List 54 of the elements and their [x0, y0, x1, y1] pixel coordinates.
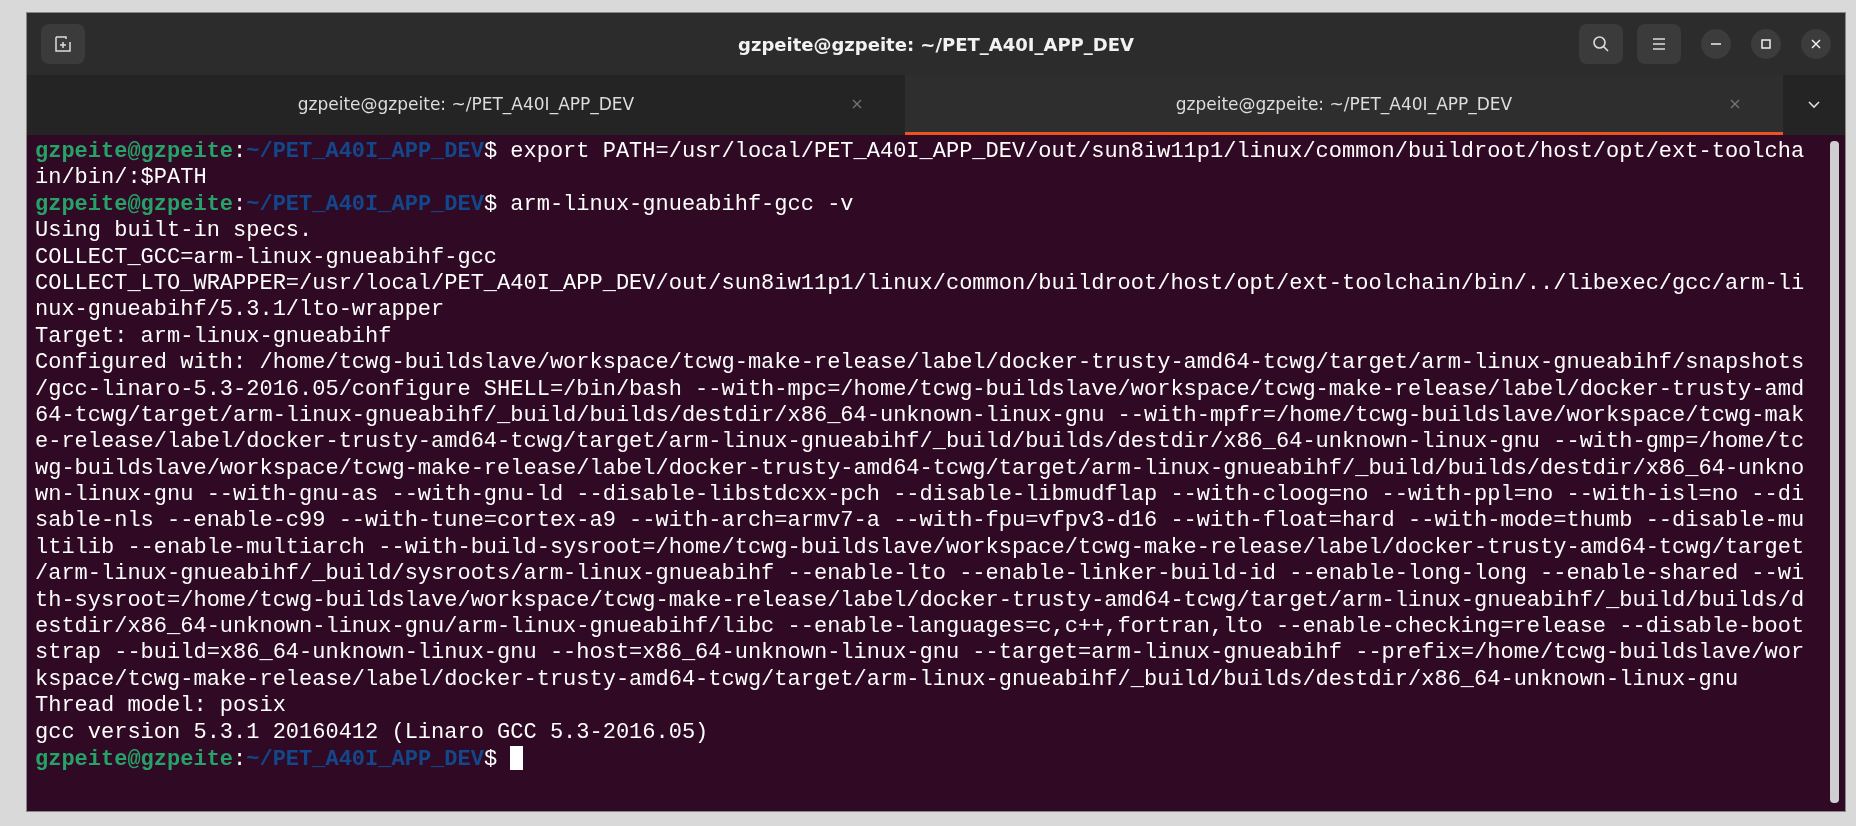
output-text: Using built-in specs. — [35, 218, 313, 244]
output-text: /arm-linux-gnueabihf/_build/sysroots/arm-linux-gnueabihf --enable-lto --enable-linker-build-id --enable-long-long --enable-shared --wi — [35, 561, 1805, 587]
close-icon — [1810, 38, 1822, 50]
new-tab-icon — [54, 35, 72, 53]
scrollbar-thumb[interactable] — [1830, 141, 1839, 803]
terminal-tab[interactable]: gzpeite@gzpeite: ~/PET_A40I_APP_DEV — [27, 75, 905, 135]
command-text: arm-linux-gnueabihf-gcc -v — [510, 191, 854, 217]
output-text: Thread model: posix — [35, 693, 286, 719]
prompt-separator: : — [233, 747, 247, 772]
search-icon — [1591, 34, 1611, 54]
prompt-path: ~/PET_A40I_APP_DEV — [246, 139, 484, 164]
close-tab-icon[interactable] — [851, 97, 863, 110]
output-text: nux-gnueabihf/5.3.1/lto-wrapper — [35, 297, 445, 323]
output-text: Configured with: /home/tcwg-buildslave/workspace/tcwg-make-release/label/docker-trusty-amd64-tcwg/target/arm-linux-gnueabihf/snapshots — [35, 350, 1805, 376]
menu-button[interactable] — [1637, 24, 1681, 64]
output-text: COLLECT_GCC=arm-linux-gnueabihf-gcc — [35, 244, 498, 270]
output-text: kspace/tcwg-make-release/label/docker-trusty-amd64-tcwg/target/arm-linux-gnueabihf/_build/builds/destdir/x86_64-unknown-linux-gnu — [35, 666, 1739, 692]
output-text: /gcc-linaro-5.3-2016.05/configure SHELL=/bin/bash --with-mpc=/home/tcwg-buildslave/workspace/tcwg-make-release/label/docker-trusty-amd — [35, 376, 1805, 402]
output-text: wn-linux-gnu --with-gnu-as --with-gnu-ld --disable-libstdcxx-pch --disable-libmudflap --with-cloog=no --with-ppl=no --with-isl=no --di — [35, 482, 1805, 508]
prompt-separator: : — [233, 191, 247, 217]
new-tab-button[interactable] — [41, 24, 85, 64]
output-text: e-release/label/docker-trusty-amd64-tcwg/target/arm-linux-gnueabihf/_build/builds/destdir/x86_64-unknown-linux-gnu --with-gmp=/home/tc — [35, 429, 1805, 455]
prompt-path: ~/PET_A40I_APP_DEV — [246, 747, 484, 772]
terminal-tab[interactable]: gzpeite@gzpeite: ~/PET_A40I_APP_DEV — [905, 75, 1783, 135]
prompt-path: ~/PET_A40I_APP_DEV — [246, 191, 484, 217]
minimize-icon — [1711, 43, 1721, 45]
menu-icon — [1650, 36, 1668, 52]
minimize-button[interactable] — [1701, 29, 1731, 59]
output-text: 64-tcwg/target/arm-linux-gnueabihf/_build/builds/destdir/x86_64-unknown-linux-gnu --with-mpfr=/home/tcwg-buildslave/workspace/tcwg-mak — [35, 402, 1805, 428]
maximize-button[interactable] — [1751, 29, 1781, 59]
output-text: strap --build=x86_64-unknown-linux-gnu --host=x86_64-unknown-linux-gnu --target=arm-linux-gnueabihf --prefix=/home/tcwg-buildslave/wor — [35, 640, 1805, 666]
output-text: Target: arm-linux-gnueabihf — [35, 323, 392, 349]
output-text: ltilib --enable-multiarch --with-build-sysroot=/home/tcwg-buildslave/workspace/tcwg-make-release/label/docker-trusty-amd64-tcwg/target — [35, 534, 1805, 560]
output-text: th-sysroot=/home/tcwg-buildslave/workspace/tcwg-make-release/label/docker-trusty-amd64-tcwg/target/arm-linux-gnueabihf/_build/builds/d — [35, 587, 1805, 613]
close-button[interactable] — [1801, 29, 1831, 59]
caret-icon — [1807, 100, 1821, 110]
prompt-symbol: $ — [483, 139, 498, 164]
command-text: export PATH=/usr/local/PET_A40I_APP_DEV/out/sun8iw11p1/linux/common/buildroot/host/opt/ext-toolcha — [510, 139, 1805, 164]
prompt-separator: : — [233, 139, 247, 164]
maximize-icon — [1760, 38, 1772, 50]
output-text: estdir/x86_64-unknown-linux-gnu/arm-linux-gnueabihf/libc --enable-languages=c,c++,fortran,lto --enable-checking=release --disable-boot — [35, 614, 1805, 640]
prompt-user: gzpeite@gzpeite — [35, 747, 234, 772]
output-text: in/bin/:$PATH — [35, 165, 207, 191]
prompt-user: gzpeite@gzpeite — [35, 139, 234, 164]
close-tab-icon[interactable] — [1729, 97, 1741, 110]
prompt-user: gzpeite@gzpeite — [35, 191, 234, 217]
output-text: sable-nls --enable-c99 --with-tune=cortex-a9 --with-arch=armv7-a --with-fpu=vfpv3-d16 --with-float=hard --with-mode=thumb --disable-mu — [35, 508, 1805, 534]
window-title: gzpeite@gzpeite: ~/PET_A40I_APP_DEV — [738, 33, 1134, 55]
prompt-symbol: $ — [483, 747, 498, 772]
output-text: wg-buildslave/workspace/tcwg-make-release/label/docker-trusty-amd64-tcwg/target/arm-linux-gnueabihf/_build/builds/destdir/x86_64-unkno — [35, 455, 1805, 481]
output-text: COLLECT_LTO_WRAPPER=/usr/local/PET_A40I_APP_DEV/out/sun8iw11p1/linux/common/buildroot/host/opt/ext-toolchain/bin/../libexec/gcc/arm-li — [35, 270, 1805, 296]
output-text: gcc version 5.3.1 20160412 (Linaro GCC 5.3-2016.05) — [35, 719, 709, 745]
search-button[interactable] — [1579, 24, 1623, 64]
prompt-symbol: $ — [483, 191, 498, 217]
